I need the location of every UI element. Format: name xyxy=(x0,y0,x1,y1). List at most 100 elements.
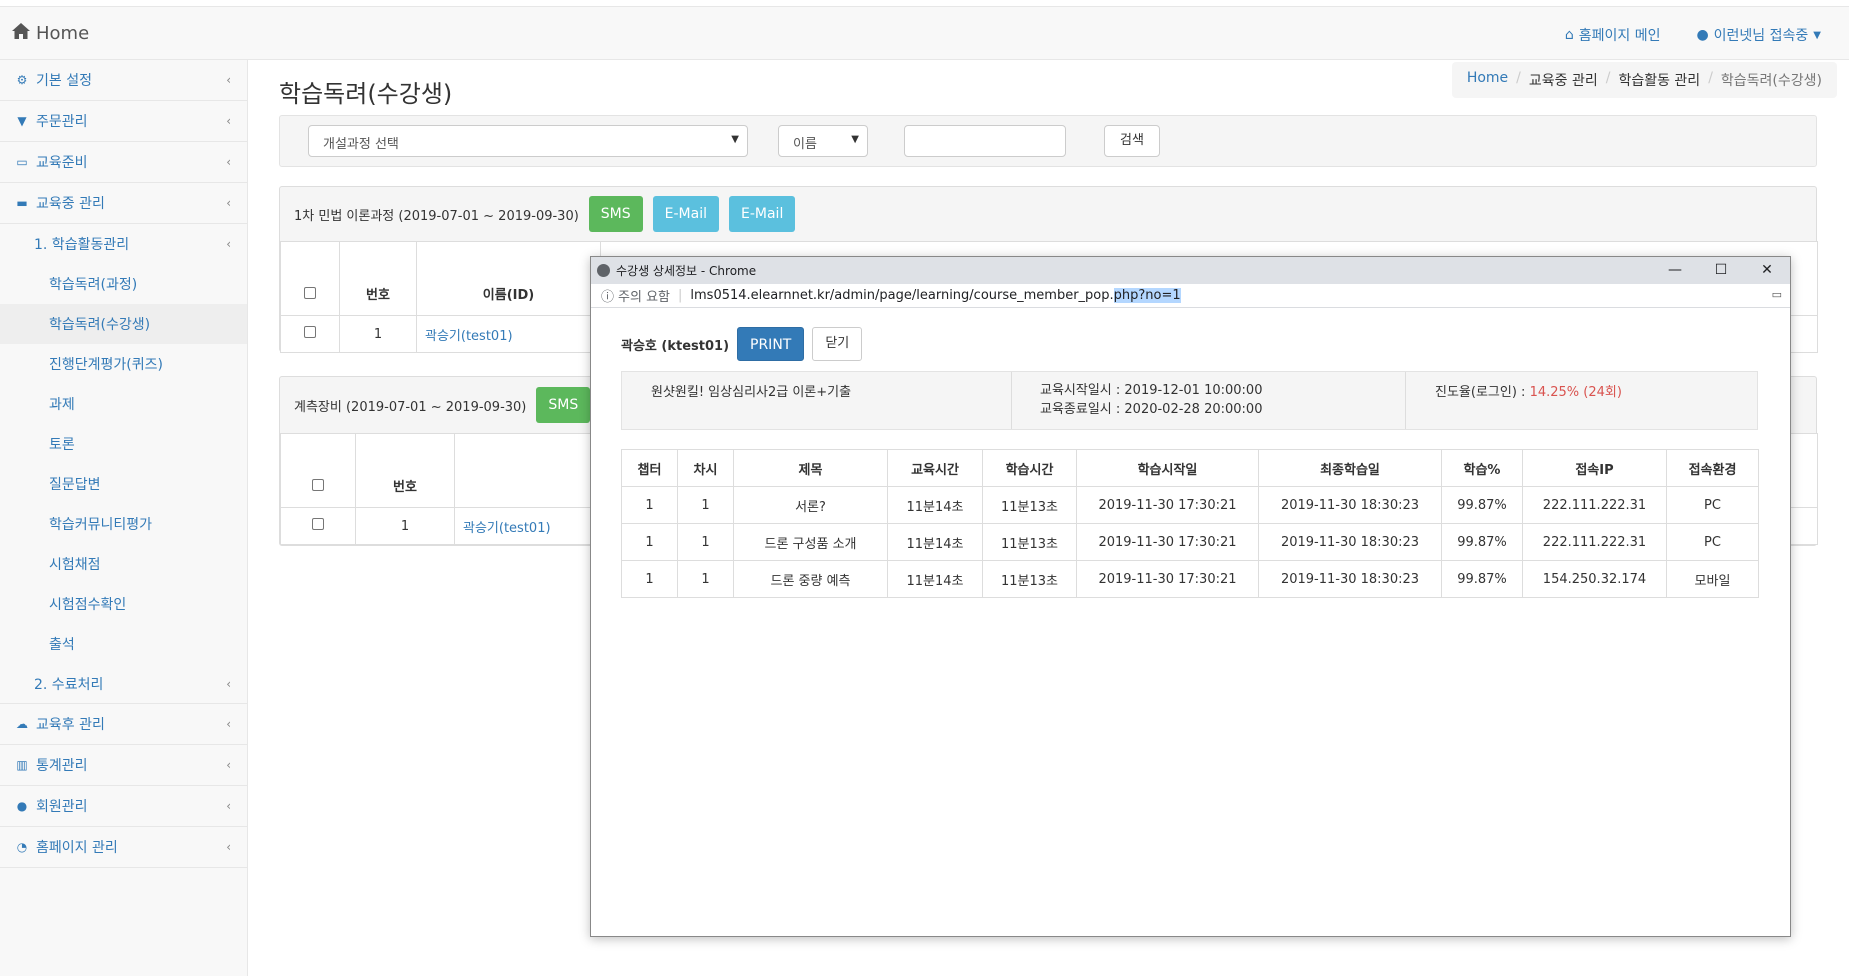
info-icon: ⓘ xyxy=(601,290,615,305)
cell-chapter: 1 xyxy=(621,560,678,598)
breadcrumb: Home / 교육중 관리 / 학습활동 관리 / 학습독려(수강생) xyxy=(1451,62,1837,98)
home-icon xyxy=(12,23,30,44)
row-checkbox[interactable] xyxy=(312,518,324,530)
panel-title: 1차 민법 이론과정 (2019-07-01 ~ 2019-09-30) xyxy=(294,208,579,224)
sidebar-item-encourage-course[interactable]: 학습독려(과정) xyxy=(0,264,247,304)
folder-open-icon: ▬ xyxy=(16,196,28,210)
popup-address-bar[interactable]: ⓘ 주의 요함 | lms0514.elearnnet.kr/admin/pag… xyxy=(591,284,1790,308)
homepage-main-link[interactable]: ⌂ 홈페이지 메인 xyxy=(1565,25,1661,45)
maximize-icon[interactable]: ☐ xyxy=(1698,257,1744,284)
sidebar-item-qna[interactable]: 질문답변 xyxy=(0,464,247,504)
cell-percent: 99.87% xyxy=(1441,560,1523,598)
security-label: 주의 요함 xyxy=(618,290,670,305)
sidebar-item-edu-prep[interactable]: ▭ 교육준비 ‹ xyxy=(0,142,247,183)
breadcrumb-edu-management[interactable]: 교육중 관리 xyxy=(1529,70,1598,90)
breadcrumb-home[interactable]: Home xyxy=(1467,70,1508,90)
row-checkbox[interactable] xyxy=(304,326,316,338)
field-select[interactable]: 이름 ▼ xyxy=(778,125,868,157)
student-detail-popup: 수강생 상세정보 - Chrome — ☐ ✕ ⓘ 주의 요함 | lms051… xyxy=(590,256,1791,937)
user-menu-dropdown[interactable]: ● 이런넷님 접속중 ▼ xyxy=(1696,25,1821,45)
sidebar-item-edu-management[interactable]: ▬ 교육중 관리 ‹ xyxy=(0,183,247,224)
field-select-value: 이름 xyxy=(793,137,817,152)
course-select-value: 개설과정 선택 xyxy=(323,137,399,152)
sidebar-item-label: 기본 설정 xyxy=(36,73,92,89)
cast-icon[interactable]: ▭ xyxy=(1772,288,1782,301)
search-button[interactable]: 검색 xyxy=(1104,125,1160,157)
sidebar-item-exam-score[interactable]: 시험점수확인 xyxy=(0,584,247,624)
sidebar-item-discussion[interactable]: 토론 xyxy=(0,424,247,464)
cell-start-date: 2019-11-30 17:30:21 xyxy=(1076,486,1259,524)
sidebar-item-community-eval[interactable]: 학습커뮤니티평가 xyxy=(0,504,247,544)
progress-label: 진도율(로그인) : xyxy=(1435,385,1530,400)
col-header-name: 이름(ID) xyxy=(416,241,601,316)
cell-last-date: 2019-11-30 18:30:23 xyxy=(1258,486,1442,524)
row-no: 1 xyxy=(355,507,455,545)
sidebar-item-assignment[interactable]: 과제 xyxy=(0,384,247,424)
sidebar-item-attendance[interactable]: 출석 xyxy=(0,624,247,664)
sidebar-item-quiz[interactable]: 진행단계평가(퀴즈) xyxy=(0,344,247,384)
sms-button[interactable]: SMS xyxy=(536,387,591,423)
sidebar-item-label: 회원관리 xyxy=(36,799,88,815)
chevron-left-icon: ‹ xyxy=(226,799,231,813)
print-button[interactable]: PRINT xyxy=(737,327,805,361)
select-all-checkbox[interactable] xyxy=(312,479,324,491)
dashboard-icon: ◔ xyxy=(16,840,28,854)
close-button[interactable]: 닫기 xyxy=(812,327,863,361)
sidebar-item-label: 진행단계평가(퀴즈) xyxy=(49,357,163,373)
sidebar-item-label: 홈페이지 관리 xyxy=(36,840,118,856)
chevron-left-icon: ‹ xyxy=(226,155,231,169)
cell-lesson: 1 xyxy=(677,486,734,524)
breadcrumb-separator: / xyxy=(1605,70,1611,86)
row-no: 1 xyxy=(339,315,417,353)
popup-window-title: 수강생 상세정보 - Chrome xyxy=(616,264,757,278)
sidebar-item-label: 학습독려(과정) xyxy=(49,277,138,293)
home-brand-link[interactable]: Home xyxy=(12,23,89,44)
sms-button[interactable]: SMS xyxy=(588,196,643,232)
email-button-2[interactable]: E-Mail xyxy=(729,196,796,232)
col-header-last-date: 최종학습일 xyxy=(1258,449,1442,487)
chevron-left-icon: ‹ xyxy=(226,676,231,691)
course-select[interactable]: 개설과정 선택 ▼ xyxy=(308,125,748,157)
cell-study-time: 11분13초 xyxy=(982,486,1077,524)
col-header-no: 번호 xyxy=(355,433,455,508)
cell-lesson: 1 xyxy=(677,560,734,598)
sidebar: ⚙ 기본 설정 ‹ ▼ 주문관리 ‹ ▭ 교육준비 ‹ ▬ 교육중 관리 ‹ 1. 학습활동관리… xyxy=(0,60,248,976)
sidebar-item-label: 통계관리 xyxy=(36,758,88,774)
sidebar-item-label: 1. 학습활동관리 xyxy=(34,237,130,253)
select-all-checkbox[interactable] xyxy=(304,287,316,299)
homepage-main-label: 홈페이지 메인 xyxy=(1578,28,1661,44)
minimize-icon[interactable]: — xyxy=(1652,257,1698,284)
chevron-left-icon: ‹ xyxy=(226,73,231,87)
cell-percent: 99.87% xyxy=(1441,523,1523,561)
breadcrumb-learning-activity[interactable]: 학습활동 관리 xyxy=(1618,70,1700,90)
sidebar-item-post-edu[interactable]: ☁ 교육후 관리 ‹ xyxy=(0,704,247,745)
sidebar-item-homepage-mgmt[interactable]: ◔ 홈페이지 관리 ‹ xyxy=(0,827,247,868)
top-navbar: Home ⌂ 홈페이지 메인 ● 이런넷님 접속중 ▼ xyxy=(0,6,1849,60)
close-icon[interactable]: ✕ xyxy=(1744,257,1790,284)
email-button[interactable]: E-Mail xyxy=(652,196,719,232)
search-input[interactable] xyxy=(904,125,1066,157)
cell-env: 모바일 xyxy=(1666,560,1759,598)
sidebar-item-learning-activity[interactable]: 1. 학습활동관리 ‹ xyxy=(0,224,247,264)
sidebar-item-label: 교육중 관리 xyxy=(36,196,105,212)
cell-study-time: 11분13초 xyxy=(982,560,1077,598)
bar-chart-icon: ▥ xyxy=(16,758,28,772)
sidebar-item-encourage-student[interactable]: 학습독려(수강생) xyxy=(0,304,247,344)
home-icon: ⌂ xyxy=(1564,27,1574,43)
sidebar-item-basic-settings[interactable]: ⚙ 기본 설정 ‹ xyxy=(0,60,247,101)
sidebar-item-exam-grading[interactable]: 시험채점 xyxy=(0,544,247,584)
student-name-link[interactable]: 곽승기(test01) xyxy=(416,315,601,353)
chevron-left-icon: ‹ xyxy=(226,758,231,772)
cell-percent: 99.87% xyxy=(1441,486,1523,524)
sidebar-item-label: 학습커뮤니티평가 xyxy=(49,517,153,533)
table-row: 1 1 서론? 11분14초 11분13초 2019-11-30 17:30:2… xyxy=(621,486,1759,524)
sidebar-item-members[interactable]: ● 회원관리 ‹ xyxy=(0,786,247,827)
col-header-start-date: 학습시작일 xyxy=(1076,449,1259,487)
cell-start-date: 2019-11-30 17:30:21 xyxy=(1076,523,1259,561)
sidebar-item-orders[interactable]: ▼ 주문관리 ‹ xyxy=(0,101,247,142)
globe-icon xyxy=(597,264,610,277)
cell-edu-time: 11분14초 xyxy=(887,486,983,524)
popup-titlebar[interactable]: 수강생 상세정보 - Chrome — ☐ ✕ xyxy=(591,257,1790,284)
sidebar-item-statistics[interactable]: ▥ 통계관리 ‹ xyxy=(0,745,247,786)
sidebar-item-completion[interactable]: 2. 수료처리 ‹ xyxy=(0,664,247,704)
